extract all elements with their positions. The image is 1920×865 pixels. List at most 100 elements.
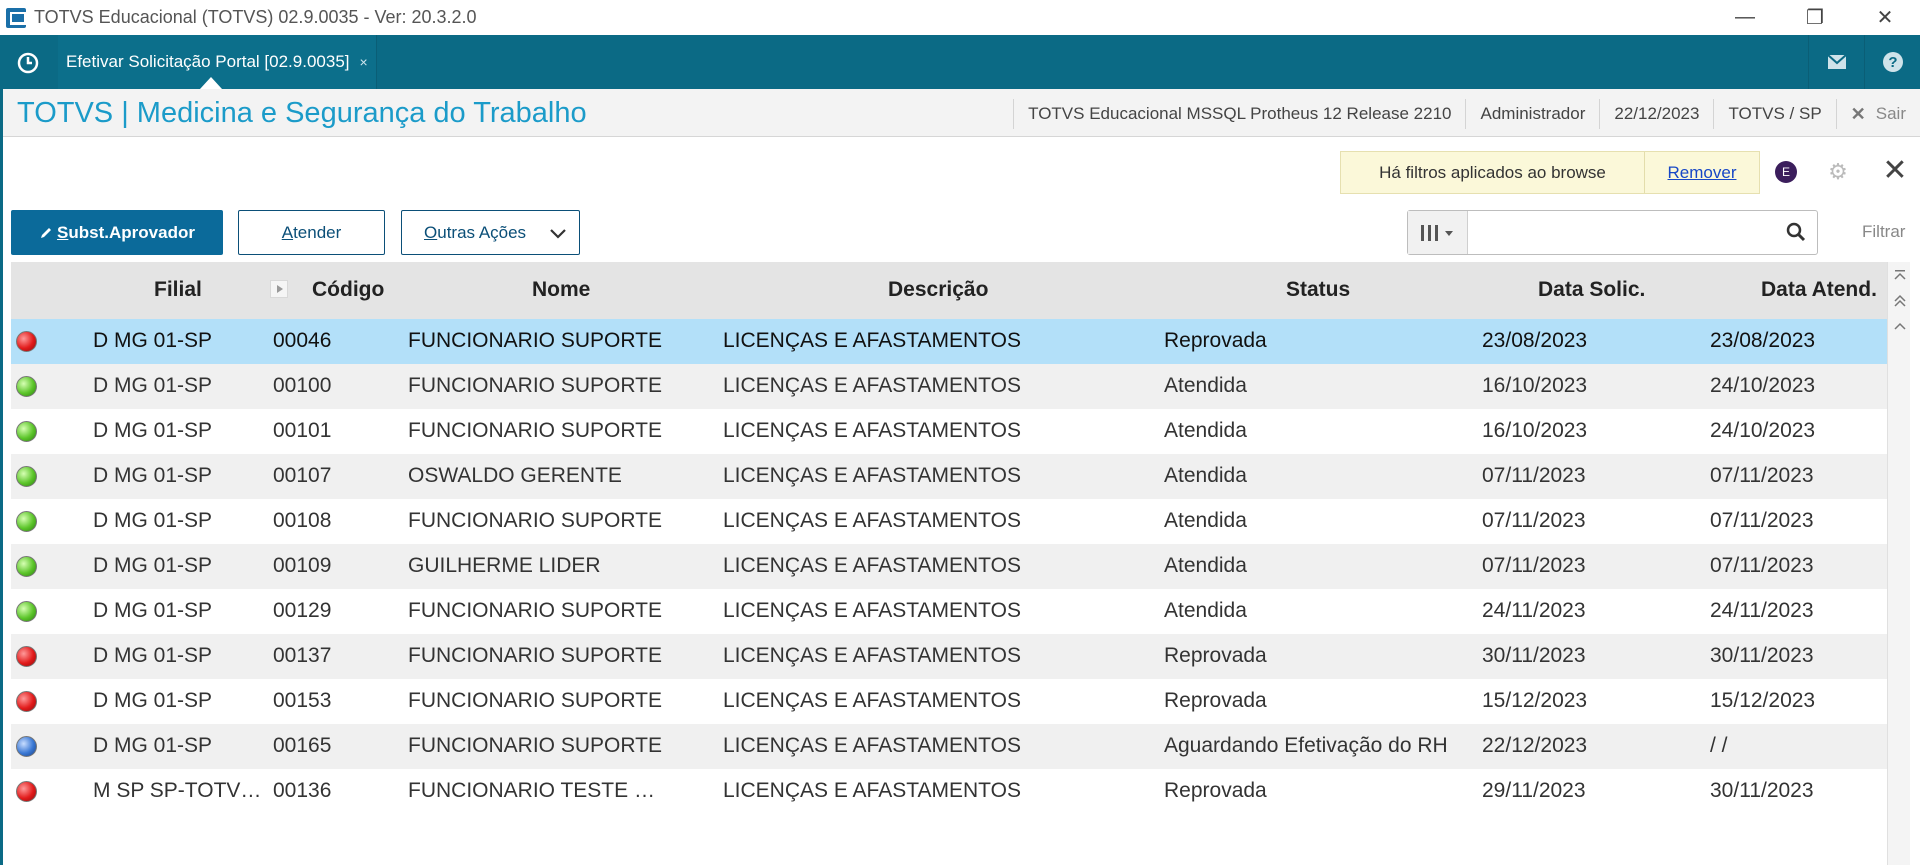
tab-close-icon[interactable]: × xyxy=(360,54,368,70)
cell-status: Reprovada xyxy=(1164,689,1267,712)
cell-nome: FUNCIONARIO SUPORTE xyxy=(408,734,662,757)
cell-data-solic: 22/12/2023 xyxy=(1482,734,1588,757)
table-row[interactable]: D MG 01-SP 00108 FUNCIONARIO SUPORTE LICENÇ… xyxy=(11,499,1887,544)
window-title: TOTVS Educacional (TOTVS) 02.9.0035 - Ve… xyxy=(34,7,477,27)
status-legend-icon[interactable] xyxy=(16,646,37,667)
cell-codigo: 00046 xyxy=(273,329,332,352)
scroll-up-icon[interactable] xyxy=(1888,314,1911,340)
table-row[interactable]: D MG 01-SP 00137 FUNCIONARIO SUPORTE LICENÇ… xyxy=(11,634,1887,679)
cell-status: Atendida xyxy=(1164,419,1247,442)
remove-filter-link[interactable]: Remover xyxy=(1645,163,1759,183)
status-legend-icon[interactable] xyxy=(16,601,37,622)
tab-label: Efetivar Solicitação Portal [02.9.0035] xyxy=(66,52,350,71)
cell-data-solic: 29/11/2023 xyxy=(1482,779,1586,802)
atender-accel: A xyxy=(281,222,294,242)
status-circle-icon[interactable]: E xyxy=(1775,161,1797,183)
status-legend-icon[interactable] xyxy=(16,691,37,712)
scroll-top-icon[interactable] xyxy=(1888,262,1911,288)
subst-aprovador-button[interactable]: Subst.Aprovador xyxy=(11,210,223,255)
close-browse-icon[interactable]: ✕ xyxy=(1880,156,1910,186)
table-row[interactable]: D MG 01-SP 00153 FUNCIONARIO SUPORTE LICENÇ… xyxy=(11,679,1887,724)
cell-filial: D MG 01-SP xyxy=(93,509,213,532)
cell-data-atend: 30/11/2023 xyxy=(1710,779,1814,802)
cell-data-solic: 16/10/2023 xyxy=(1482,374,1588,397)
cell-descricao: LICENÇAS E AFASTAMENTOS xyxy=(723,779,1021,802)
window-close-button[interactable]: ✕ xyxy=(1850,0,1920,35)
module-header: TOTVS | Medicina e Segurança do Trabalho… xyxy=(3,89,1920,137)
scroll-page-up-icon[interactable] xyxy=(1888,288,1911,314)
sort-indicator-icon[interactable] xyxy=(270,280,288,298)
cell-data-solic: 24/11/2023 xyxy=(1482,599,1586,622)
table-row[interactable]: D MG 01-SP 00165 FUNCIONARIO SUPORTE LICENÇ… xyxy=(11,724,1887,769)
cell-nome: FUNCIONARIO SUPORTE xyxy=(408,689,662,712)
table-row[interactable]: M SP SP-TOTV… 00136 FUNCIONARIO TESTE … LIC… xyxy=(11,769,1887,814)
cell-status: Atendida xyxy=(1164,554,1247,577)
help-icon[interactable]: ? xyxy=(1864,35,1920,89)
col-header-data-atend[interactable]: Data Atend. xyxy=(1761,278,1877,302)
status-legend-icon[interactable] xyxy=(16,511,37,532)
mail-icon[interactable] xyxy=(1808,35,1864,89)
filter-notice: Há filtros aplicados ao browse Remover xyxy=(1340,151,1760,194)
exit-label: Sair xyxy=(1875,104,1906,123)
cell-data-atend: 24/10/2023 xyxy=(1710,419,1816,442)
col-header-codigo[interactable]: Código xyxy=(312,278,384,302)
cell-filial: D MG 01-SP xyxy=(93,689,213,712)
search-icon[interactable] xyxy=(1785,221,1807,243)
status-legend-icon[interactable] xyxy=(16,556,37,577)
cell-nome: FUNCIONARIO TESTE … xyxy=(408,779,655,802)
cell-descricao: LICENÇAS E AFASTAMENTOS xyxy=(723,554,1021,577)
cell-filial: M SP SP-TOTV… xyxy=(93,779,262,802)
column-selector-button[interactable] xyxy=(1408,211,1468,254)
cell-filial: D MG 01-SP xyxy=(93,734,213,757)
cell-nome: FUNCIONARIO SUPORTE xyxy=(408,644,662,667)
outras-acoes-label: utras Ações xyxy=(437,222,527,242)
col-header-filial[interactable]: Filial xyxy=(154,278,202,302)
col-header-descricao[interactable]: Descrição xyxy=(888,278,988,302)
col-header-nome[interactable]: Nome xyxy=(532,278,590,302)
home-icon[interactable] xyxy=(12,47,44,79)
table-row[interactable]: D MG 01-SP 00101 FUNCIONARIO SUPORTE LICENÇ… xyxy=(11,409,1887,454)
cell-filial: D MG 01-SP xyxy=(93,464,213,487)
columns-icon xyxy=(1420,224,1453,241)
cell-codigo: 00153 xyxy=(273,689,332,712)
cell-descricao: LICENÇAS E AFASTAMENTOS xyxy=(723,509,1021,532)
cell-nome: FUNCIONARIO SUPORTE xyxy=(408,509,662,532)
cell-status: Reprovada xyxy=(1164,329,1267,352)
tabbar-right-icons: ? xyxy=(1808,35,1920,89)
atender-button[interactable]: Atender xyxy=(238,210,385,255)
browse-grid: Filial Código Nome Descrição Status Data… xyxy=(11,262,1887,865)
cell-codigo: 00101 xyxy=(273,419,332,442)
filtrar-link[interactable]: Filtrar xyxy=(1862,222,1905,242)
cell-nome: OSWALDO GERENTE xyxy=(408,464,622,487)
col-header-data-solic[interactable]: Data Solic. xyxy=(1538,278,1645,302)
status-legend-icon[interactable] xyxy=(16,331,37,352)
exit-button[interactable]: ✕ Sair xyxy=(1835,99,1920,129)
cell-descricao: LICENÇAS E AFASTAMENTOS xyxy=(723,734,1021,757)
status-legend-icon[interactable] xyxy=(16,376,37,397)
date-label: 22/12/2023 xyxy=(1599,99,1713,129)
table-row[interactable]: D MG 01-SP 00107 OSWALDO GERENTE LICENÇAS E… xyxy=(11,454,1887,499)
table-row[interactable]: D MG 01-SP 00129 FUNCIONARIO SUPORTE LICENÇ… xyxy=(11,589,1887,634)
status-legend-icon[interactable] xyxy=(16,736,37,757)
pencil-icon xyxy=(41,227,52,238)
table-row[interactable]: D MG 01-SP 00109 GUILHERME LIDER LICENÇAS E… xyxy=(11,544,1887,589)
table-row[interactable]: D MG 01-SP 00100 FUNCIONARIO SUPORTE LICENÇ… xyxy=(11,364,1887,409)
status-legend-icon[interactable] xyxy=(16,781,37,802)
cell-data-solic: 15/12/2023 xyxy=(1482,689,1588,712)
module-title: TOTVS | Medicina e Segurança do Trabalho xyxy=(17,97,587,129)
cell-data-atend: 23/08/2023 xyxy=(1710,329,1816,352)
gear-icon[interactable]: ⚙ xyxy=(1826,160,1850,184)
window-controls: — ❐ ✕ xyxy=(1710,0,1920,35)
col-header-status[interactable]: Status xyxy=(1286,278,1350,302)
restore-button[interactable]: ❐ xyxy=(1780,0,1850,35)
cell-codigo: 00109 xyxy=(273,554,332,577)
cell-status: Atendida xyxy=(1164,599,1247,622)
outras-acoes-dropdown[interactable]: Outras Ações xyxy=(401,210,580,255)
search-input[interactable] xyxy=(1470,215,1770,250)
minimize-button[interactable]: — xyxy=(1710,0,1780,35)
status-legend-icon[interactable] xyxy=(16,421,37,442)
status-legend-icon[interactable] xyxy=(16,466,37,487)
subst-aprovador-accel: S xyxy=(57,222,69,242)
table-row[interactable]: D MG 01-SP 00046 FUNCIONARIO SUPORTE LICENÇ… xyxy=(11,319,1887,364)
vertical-scrollbar[interactable] xyxy=(1887,262,1910,865)
